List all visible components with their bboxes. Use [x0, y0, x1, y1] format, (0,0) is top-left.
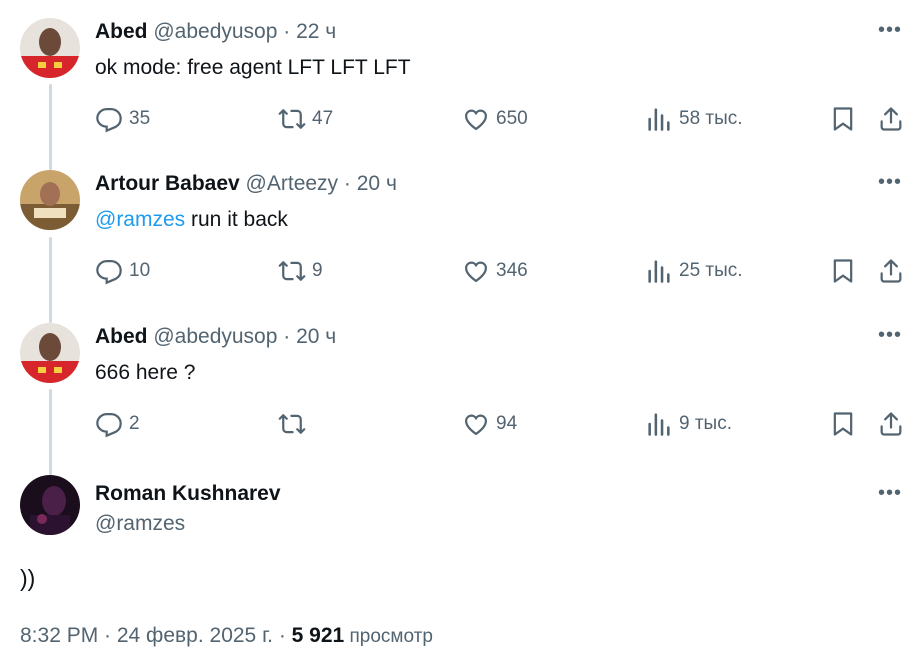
tweet-body: 666 here ?	[95, 361, 196, 384]
timestamp-link[interactable]: 8:32 PM · 24 февр. 2025 г. ·	[20, 624, 292, 647]
bookmark-icon	[833, 107, 853, 131]
reply-button[interactable]: 10	[95, 256, 150, 286]
views-count: 9 тыс.	[679, 413, 732, 434]
tweet-time[interactable]: 20 ч	[296, 325, 336, 348]
repost-icon	[278, 261, 306, 281]
repost-icon	[278, 109, 306, 129]
tweet-text: ok mode: free agent LFT LFT LFT	[95, 54, 411, 82]
tweet[interactable]: Artour Babaev @Arteezy · 20 ч ••• @ramze…	[0, 152, 924, 305]
more-icon[interactable]: •••	[878, 483, 902, 503]
mention-link[interactable]: @ramzes	[95, 208, 185, 231]
author-handle[interactable]: @Arteezy	[246, 172, 339, 195]
views-icon	[648, 260, 670, 283]
author-handle[interactable]: @abedyusop	[153, 20, 277, 43]
tweet-text: ))	[20, 565, 36, 591]
tweet-body: ok mode: free agent LFT LFT LFT	[95, 56, 411, 79]
views-button[interactable]: 25 тыс.	[645, 256, 743, 286]
views-button[interactable]: 9 тыс.	[645, 409, 732, 439]
bookmark-button[interactable]	[829, 409, 857, 439]
author-name[interactable]: Artour Babaev	[95, 172, 240, 195]
avatar[interactable]	[20, 18, 80, 78]
tweet-body: run it back	[185, 208, 288, 231]
bookmark-icon	[833, 259, 853, 283]
like-button[interactable]: 650	[462, 104, 528, 134]
share-icon	[880, 259, 902, 283]
like-count: 650	[496, 108, 528, 129]
separator-dot: ·	[343, 172, 351, 195]
views-count: 58 тыс.	[679, 108, 743, 129]
more-icon[interactable]: •••	[878, 172, 902, 192]
like-icon	[464, 261, 488, 283]
avatar[interactable]	[20, 323, 80, 383]
like-icon	[464, 414, 488, 436]
avatar[interactable]	[20, 170, 80, 230]
tweet-header: Abed @abedyusop · 22 ч	[95, 19, 336, 45]
tweet[interactable]: Abed @abedyusop · 22 ч ••• ok mode: free…	[0, 0, 924, 152]
separator-dot: ·	[283, 325, 291, 348]
views-icon	[648, 108, 670, 131]
views-label: просмотр	[344, 626, 433, 647]
repost-button[interactable]: 47	[278, 104, 333, 134]
author-handle[interactable]: @abedyusop	[153, 325, 277, 348]
like-icon	[464, 109, 488, 131]
share-button[interactable]	[877, 409, 905, 439]
tweet-actions: 35 47 650 58 тыс.	[0, 104, 924, 134]
bookmark-button[interactable]	[829, 104, 857, 134]
views-count: 5 921	[291, 624, 345, 647]
share-button[interactable]	[877, 104, 905, 134]
tweet[interactable]: Abed @abedyusop · 20 ч ••• 666 here ? 2 …	[0, 305, 924, 457]
like-button[interactable]: 346	[462, 256, 528, 286]
repost-button[interactable]	[278, 409, 312, 439]
repost-icon	[278, 414, 306, 434]
reply-count: 2	[129, 413, 140, 434]
like-count: 346	[496, 260, 528, 281]
separator-dot: ·	[283, 20, 291, 43]
author-name[interactable]: Roman Kushnarev	[95, 479, 281, 509]
tweet-meta: 8:32 PM · 24 февр. 2025 г. · 5 921 просм…	[20, 624, 433, 648]
like-count: 94	[496, 413, 518, 434]
bookmark-icon	[833, 412, 853, 436]
views-count: 25 тыс.	[679, 260, 743, 281]
reply-icon	[96, 107, 122, 133]
reply-button[interactable]: 35	[95, 104, 150, 134]
reply-button[interactable]: 2	[95, 409, 140, 439]
reply-count: 35	[129, 108, 151, 129]
tweet-text: @ramzes run it back	[95, 206, 288, 234]
author-handle[interactable]: @ramzes	[95, 509, 281, 539]
reply-icon	[96, 412, 122, 438]
author-info: Roman Kushnarev @ramzes	[95, 479, 281, 539]
views-button[interactable]: 58 тыс.	[645, 104, 743, 134]
repost-count: 9	[312, 260, 323, 281]
tweet-actions: 2 94 9 тыс.	[0, 409, 924, 439]
views-icon	[648, 413, 670, 436]
tweet-actions: 10 9 346 25 тыс.	[0, 256, 924, 286]
share-button[interactable]	[877, 256, 905, 286]
bookmark-button[interactable]	[829, 256, 857, 286]
like-button[interactable]: 94	[462, 409, 517, 439]
tweet-time[interactable]: 22 ч	[296, 20, 336, 43]
tweet-header: Artour Babaev @Arteezy · 20 ч	[95, 171, 397, 197]
repost-count: 47	[312, 108, 334, 129]
repost-button[interactable]: 9	[278, 256, 323, 286]
avatar[interactable]	[20, 475, 80, 535]
reply-icon	[96, 259, 122, 285]
tweet-header: Abed @abedyusop · 20 ч	[95, 324, 336, 350]
tweet-text: 666 here ?	[95, 359, 195, 387]
reply-count: 10	[129, 260, 151, 281]
author-name[interactable]: Abed	[95, 20, 148, 43]
more-icon[interactable]: •••	[878, 325, 902, 345]
more-icon[interactable]: •••	[878, 20, 902, 40]
share-icon	[880, 107, 902, 131]
author-name[interactable]: Abed	[95, 325, 148, 348]
tweet-time[interactable]: 20 ч	[357, 172, 397, 195]
share-icon	[880, 412, 902, 436]
